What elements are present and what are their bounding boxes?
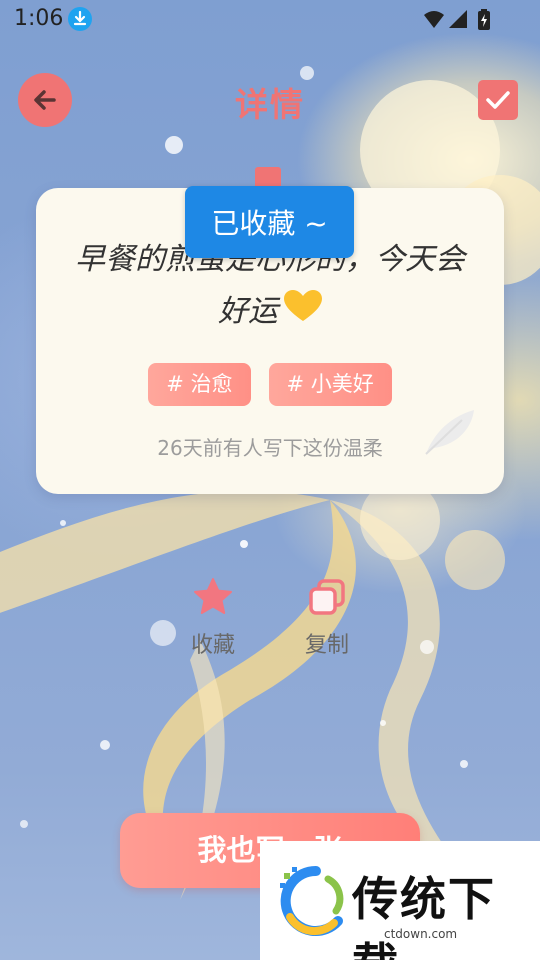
confirm-button[interactable]	[478, 80, 518, 120]
battery-charging-icon	[478, 9, 490, 30]
status-time: 1:06	[14, 6, 64, 31]
signal-icon	[449, 10, 467, 28]
star-icon	[163, 575, 263, 619]
copy-button[interactable]: 复制	[277, 575, 377, 659]
copy-icon	[277, 575, 377, 619]
watermark-url: ctdown.com	[384, 927, 458, 941]
check-icon	[486, 91, 510, 109]
feather-icon	[422, 408, 478, 462]
copy-label: 复制	[304, 633, 349, 658]
toast-message: 已收藏 ~	[185, 186, 354, 258]
favorite-button[interactable]: 收藏	[163, 575, 263, 659]
brand-logo-icon	[276, 861, 346, 945]
status-bar: 1:06	[0, 0, 540, 40]
watermark: 传统下载 ctdown.com	[260, 841, 540, 960]
page-title: 详情	[235, 85, 305, 124]
tag-healing[interactable]: # 治愈	[148, 363, 251, 406]
tag-small-beauty[interactable]: # 小美好	[268, 363, 392, 406]
status-icons	[422, 8, 502, 36]
tag-list: # 治愈 # 小美好	[36, 363, 504, 406]
favorite-label: 收藏	[190, 633, 235, 658]
heart-icon	[284, 287, 322, 339]
wifi-icon	[424, 11, 444, 28]
download-icon	[68, 7, 92, 31]
watermark-brand: 传统下载	[352, 872, 496, 960]
